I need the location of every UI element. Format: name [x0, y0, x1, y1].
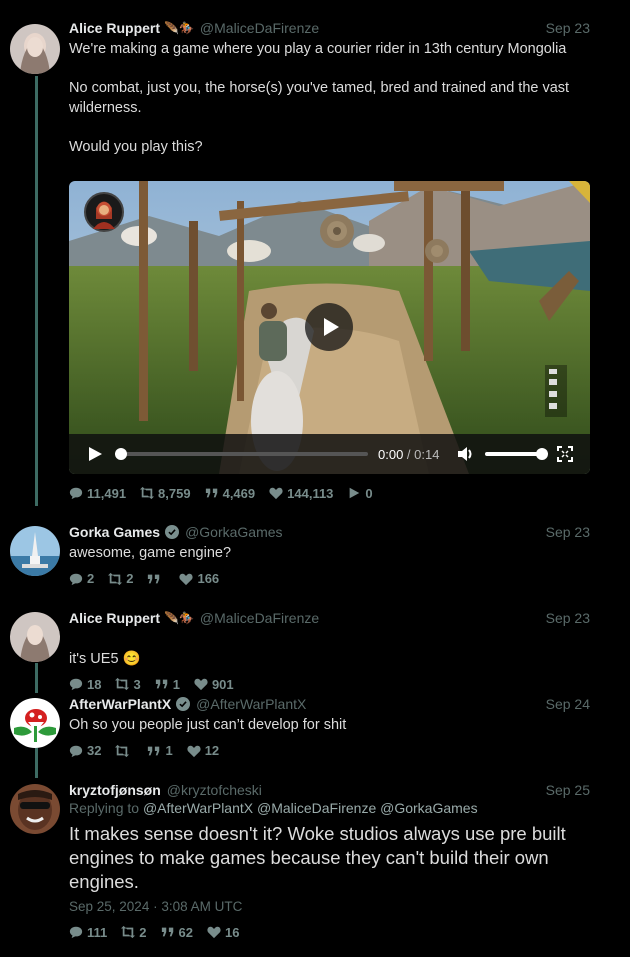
display-name[interactable]: kryztofjønsøn	[69, 782, 161, 798]
tweet-stats: 2 2 166	[69, 570, 590, 588]
display-name[interactable]: Alice Ruppert	[69, 610, 160, 626]
username[interactable]: @GorkaGames	[185, 524, 282, 540]
tweet-text: It makes sense doesn't it? Woke studios …	[69, 823, 566, 892]
reply-count[interactable]: 2	[69, 571, 94, 586]
play-icon[interactable]	[87, 446, 103, 462]
quote-count[interactable]: 1	[147, 743, 173, 758]
verified-icon	[176, 697, 191, 711]
tweet-date[interactable]: Sep 23	[546, 608, 590, 628]
retweet-icon	[115, 744, 130, 757]
username[interactable]: @MaliceDaFirenze	[200, 610, 319, 626]
tweet-stats: 32 1 12	[69, 742, 590, 760]
retweet-icon	[108, 572, 123, 585]
like-icon	[179, 573, 194, 585]
like-count[interactable]: 144,113	[269, 486, 333, 501]
like-count[interactable]: 12	[187, 743, 219, 758]
tweet-text: Oh so you people just can’t develop for …	[69, 717, 347, 733]
tweet-date[interactable]: Sep 23	[546, 522, 590, 542]
reply-icon	[69, 745, 83, 757]
duration: 0:14	[414, 446, 440, 462]
avatar[interactable]	[10, 526, 60, 576]
tweet-stats: 11,491 8,759 4,469 144,113 0	[69, 484, 373, 502]
retweet-count[interactable]	[115, 744, 133, 758]
reply-count[interactable]: 32	[69, 743, 101, 758]
tweet-header: Alice Ruppert 🪶🏇 @MaliceDaFirenze	[69, 18, 590, 38]
like-icon	[187, 745, 201, 757]
tweet-header: Gorka Games @GorkaGames	[69, 522, 590, 542]
tweet-header: kryztofjønsøn @kryztofcheski	[69, 780, 590, 800]
username[interactable]: @AfterWarPlantX	[196, 696, 306, 712]
reply-count[interactable]: 11,491	[69, 486, 126, 501]
volume-handle[interactable]	[536, 448, 548, 460]
verified-icon	[165, 525, 180, 539]
reply-count[interactable]: 111	[69, 925, 107, 940]
tweet-date[interactable]: Sep 25	[546, 780, 590, 800]
quote-icon	[148, 746, 160, 755]
retweet-icon	[140, 486, 155, 500]
quote-count[interactable]: 4,469	[205, 486, 255, 501]
avatar[interactable]	[10, 698, 60, 748]
volume-slider[interactable]	[485, 448, 548, 460]
quote-icon	[161, 927, 173, 937]
tweet[interactable]: Alice Ruppert 🪶🏇 @MaliceDaFirenze Sep 23…	[0, 598, 630, 692]
tweet[interactable]: Gorka Games @GorkaGames Sep 23 awesome, …	[0, 512, 630, 598]
display-name[interactable]: Gorka Games	[69, 524, 160, 540]
play-icon	[350, 487, 360, 499]
tweet-date[interactable]: Sep 23	[546, 18, 590, 38]
like-icon	[207, 926, 221, 939]
current-time: 0:00	[378, 446, 404, 462]
quote-count[interactable]: 62	[161, 925, 193, 940]
video-time: 0:00 / 0:14	[378, 447, 439, 462]
tweet[interactable]: kryztofjønsøn @kryztofcheski Sep 25 Repl…	[0, 770, 630, 957]
avatar[interactable]	[10, 24, 60, 74]
tweet-header: Alice Ruppert 🪶🏇 @MaliceDaFirenze	[69, 608, 590, 628]
tweet-stats: 111 2 62 16	[69, 923, 590, 941]
text-emoji: 😊	[122, 650, 141, 667]
time-separator: /	[403, 446, 415, 462]
tweet-timestamp[interactable]: Sep 25, 2024 · 3:08 AM UTC	[69, 899, 590, 914]
reply-icon	[69, 487, 83, 500]
progress-bar[interactable]	[115, 448, 368, 460]
avatar[interactable]	[10, 612, 60, 662]
quote-icon	[205, 488, 217, 498]
tweet-text: awesome, game engine?	[69, 545, 232, 561]
display-name[interactable]: Alice Ruppert	[69, 20, 160, 36]
username[interactable]: @kryztofcheski	[167, 782, 262, 798]
volume-icon[interactable]	[457, 446, 475, 462]
retweet-count[interactable]: 2	[121, 925, 147, 940]
retweet-icon	[121, 925, 136, 939]
tweet-date[interactable]: Sep 24	[546, 694, 590, 714]
like-count[interactable]: 16	[207, 925, 239, 940]
reply-mentions[interactable]: @AfterWarPlantX @MaliceDaFirenze @GorkaG…	[143, 800, 478, 816]
quote-icon	[148, 574, 160, 583]
fullscreen-icon[interactable]	[557, 446, 573, 462]
avatar[interactable]	[10, 784, 60, 834]
like-icon	[269, 487, 283, 500]
name-emoji: 🪶🏇	[164, 611, 194, 625]
quote-count[interactable]	[147, 572, 165, 586]
tweet-header: AfterWarPlantX @AfterWarPlantX	[69, 694, 590, 714]
like-count[interactable]: 166	[179, 571, 219, 586]
retweet-count[interactable]: 8,759	[140, 486, 191, 501]
display-name[interactable]: AfterWarPlantX	[69, 696, 171, 712]
name-emoji: 🪶🏇	[164, 21, 194, 35]
tweet-text: it's UE5 😊	[69, 650, 141, 667]
replying-to: Replying to @AfterWarPlantX @MaliceDaFir…	[69, 800, 478, 816]
tweet[interactable]: Alice Ruppert 🪶🏇 @MaliceDaFirenze Sep 23…	[0, 0, 630, 510]
reply-icon	[69, 573, 83, 585]
play-button[interactable]	[305, 303, 353, 351]
username[interactable]: @MaliceDaFirenze	[200, 20, 319, 36]
view-count[interactable]: 0	[347, 486, 373, 501]
tweet[interactable]: AfterWarPlantX @AfterWarPlantX Sep 24 Oh…	[0, 684, 630, 770]
tweet-text: We're making a game where you play a cou…	[69, 41, 570, 155]
progress-handle[interactable]	[115, 448, 127, 460]
play-icon	[324, 318, 339, 336]
reply-icon	[69, 926, 83, 939]
video-controls: 0:00 / 0:14	[69, 434, 590, 474]
retweet-count[interactable]: 2	[108, 571, 133, 586]
